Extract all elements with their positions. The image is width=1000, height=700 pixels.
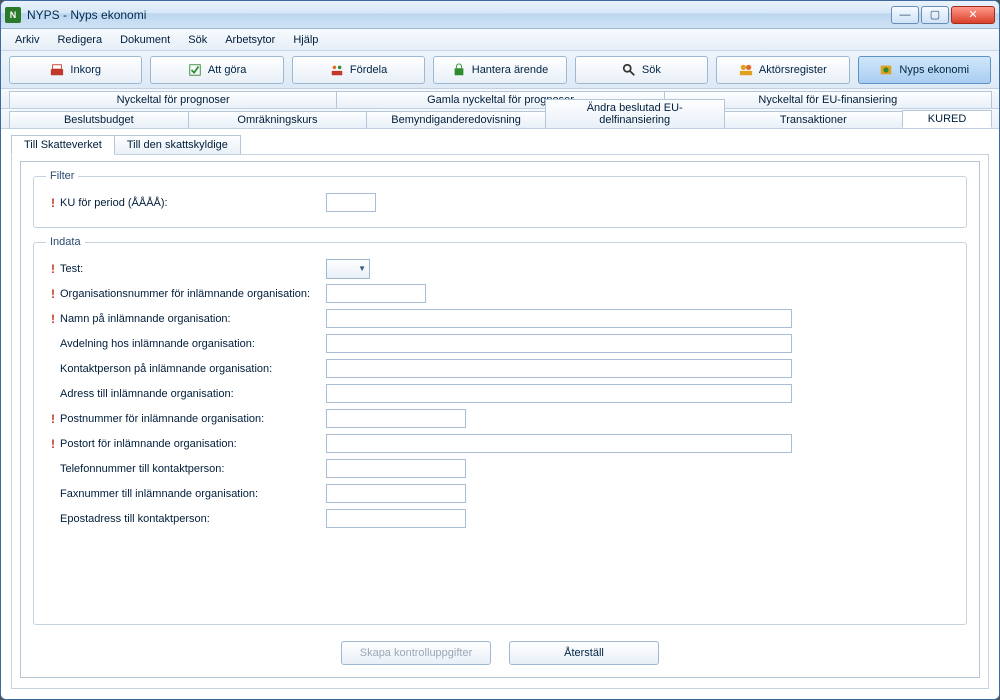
avdelning-input[interactable] xyxy=(326,334,792,353)
content-area: Till Skatteverket Till den skattskyldige… xyxy=(1,129,999,699)
required-blank: ! xyxy=(46,512,60,526)
test-combo[interactable]: ▼ xyxy=(326,259,370,279)
tab-row-1: Nyckeltal för prognoser Gamla nyckeltal … xyxy=(1,89,999,109)
toolbar: Inkorg Att göra Fördela Hantera ärende S… xyxy=(1,51,999,89)
toolbar-aktors[interactable]: Aktörsregister xyxy=(716,56,849,84)
app-icon: N xyxy=(5,7,21,23)
chevron-down-icon: ▼ xyxy=(358,264,366,273)
minimize-button[interactable]: — xyxy=(891,6,919,24)
subtab-row: Till Skatteverket Till den skattskyldige xyxy=(11,135,989,155)
telefon-input[interactable] xyxy=(326,459,466,478)
toolbar-fordela[interactable]: Fördela xyxy=(292,56,425,84)
required-marker: ! xyxy=(46,437,60,451)
inner-panel: Filter ! KU för period (ÅÅÅÅ): Indata ! … xyxy=(11,154,989,689)
titlebar: N NYPS - Nyps ekonomi — ▢ ✕ xyxy=(1,1,999,29)
menu-hjalp[interactable]: Hjälp xyxy=(285,32,326,48)
required-blank: ! xyxy=(46,362,60,376)
tab-beslutsbudget[interactable]: Beslutsbudget xyxy=(9,111,189,128)
indata-legend: Indata xyxy=(46,236,85,248)
test-label: Test: xyxy=(60,263,326,275)
menu-redigera[interactable]: Redigera xyxy=(49,32,110,48)
required-marker: ! xyxy=(46,262,60,276)
search-icon xyxy=(622,63,636,77)
postnr-input[interactable] xyxy=(326,409,466,428)
fax-label: Faxnummer till inlämnande organisation: xyxy=(60,488,326,500)
toolbar-ekonomi[interactable]: Nyps ekonomi xyxy=(858,56,991,84)
tab-andra-eu[interactable]: Ändra beslutad EU-delfinansiering xyxy=(545,99,725,128)
footer-buttons: Skapa kontrolluppgifter Återställ xyxy=(33,633,967,667)
telefon-label: Telefonnummer till kontaktperson: xyxy=(60,463,326,475)
kontakt-input[interactable] xyxy=(326,359,792,378)
fax-input[interactable] xyxy=(326,484,466,503)
indata-fieldset: Indata ! Test: ▼ ! Organisationsnummer f… xyxy=(33,236,967,625)
required-marker: ! xyxy=(46,287,60,301)
postnr-label: Postnummer för inlämnande organisation: xyxy=(60,413,326,425)
app-window: N NYPS - Nyps ekonomi — ▢ ✕ Arkiv Redige… xyxy=(0,0,1000,700)
tab-kured[interactable]: KURED xyxy=(902,110,992,128)
close-button[interactable]: ✕ xyxy=(951,6,995,24)
tab-transaktioner[interactable]: Transaktioner xyxy=(724,111,904,128)
namn-input[interactable] xyxy=(326,309,792,328)
required-blank: ! xyxy=(46,462,60,476)
toolbar-attgora[interactable]: Att göra xyxy=(150,56,283,84)
maximize-button[interactable]: ▢ xyxy=(921,6,949,24)
menu-dokument[interactable]: Dokument xyxy=(112,32,178,48)
toolbar-sok[interactable]: Sök xyxy=(575,56,708,84)
orgnr-input[interactable] xyxy=(326,284,426,303)
required-blank: ! xyxy=(46,487,60,501)
menu-sok[interactable]: Sök xyxy=(180,32,215,48)
epost-label: Epostadress till kontaktperson: xyxy=(60,513,326,525)
epost-input[interactable] xyxy=(326,509,466,528)
subtab-skattskyldige[interactable]: Till den skattskyldige xyxy=(114,135,241,155)
required-marker: ! xyxy=(46,196,60,210)
filter-legend: Filter xyxy=(46,170,78,182)
postort-label: Postort för inlämnande organisation: xyxy=(60,438,326,450)
window-controls: — ▢ ✕ xyxy=(891,6,995,24)
economy-icon xyxy=(879,63,893,77)
filter-fieldset: Filter ! KU för period (ÅÅÅÅ): xyxy=(33,170,967,228)
menubar: Arkiv Redigera Dokument Sök Arbetsytor H… xyxy=(1,29,999,51)
actors-icon xyxy=(739,63,753,77)
adress-label: Adress till inlämnande organisation: xyxy=(60,388,326,400)
distribute-icon xyxy=(330,63,344,77)
skapa-button[interactable]: Skapa kontrolluppgifter xyxy=(341,641,491,665)
tab-nyckeltal-prognoser[interactable]: Nyckeltal för prognoser xyxy=(9,91,337,108)
window-title: NYPS - Nyps ekonomi xyxy=(27,8,891,22)
required-blank: ! xyxy=(46,387,60,401)
todo-icon xyxy=(188,63,202,77)
inbox-icon xyxy=(50,63,64,77)
namn-label: Namn på inlämnande organisation: xyxy=(60,313,326,325)
period-label: KU för period (ÅÅÅÅ): xyxy=(60,197,326,209)
kontakt-label: Kontaktperson på inlämnande organisation… xyxy=(60,363,326,375)
form-panel: Filter ! KU för period (ÅÅÅÅ): Indata ! … xyxy=(20,161,980,678)
menu-arbetsytor[interactable]: Arbetsytor xyxy=(217,32,283,48)
required-marker: ! xyxy=(46,412,60,426)
menu-arkiv[interactable]: Arkiv xyxy=(7,32,47,48)
tab-omrakningskurs[interactable]: Omräkningskurs xyxy=(188,111,368,128)
toolbar-hantera[interactable]: Hantera ärende xyxy=(433,56,566,84)
required-blank: ! xyxy=(46,337,60,351)
period-input[interactable] xyxy=(326,193,376,212)
aterstall-button[interactable]: Återställ xyxy=(509,641,659,665)
orgnr-label: Organisationsnummer för inlämnande organ… xyxy=(60,288,326,300)
required-marker: ! xyxy=(46,312,60,326)
subtab-skatteverket[interactable]: Till Skatteverket xyxy=(11,135,115,155)
tab-bemyndigande[interactable]: Bemyndiganderedovisning xyxy=(366,111,546,128)
toolbar-inkorg[interactable]: Inkorg xyxy=(9,56,142,84)
adress-input[interactable] xyxy=(326,384,792,403)
tab-row-2: Beslutsbudget Omräkningskurs Bemyndigand… xyxy=(1,109,999,129)
postort-input[interactable] xyxy=(326,434,792,453)
manage-icon xyxy=(452,63,466,77)
avdelning-label: Avdelning hos inlämnande organisation: xyxy=(60,338,326,350)
